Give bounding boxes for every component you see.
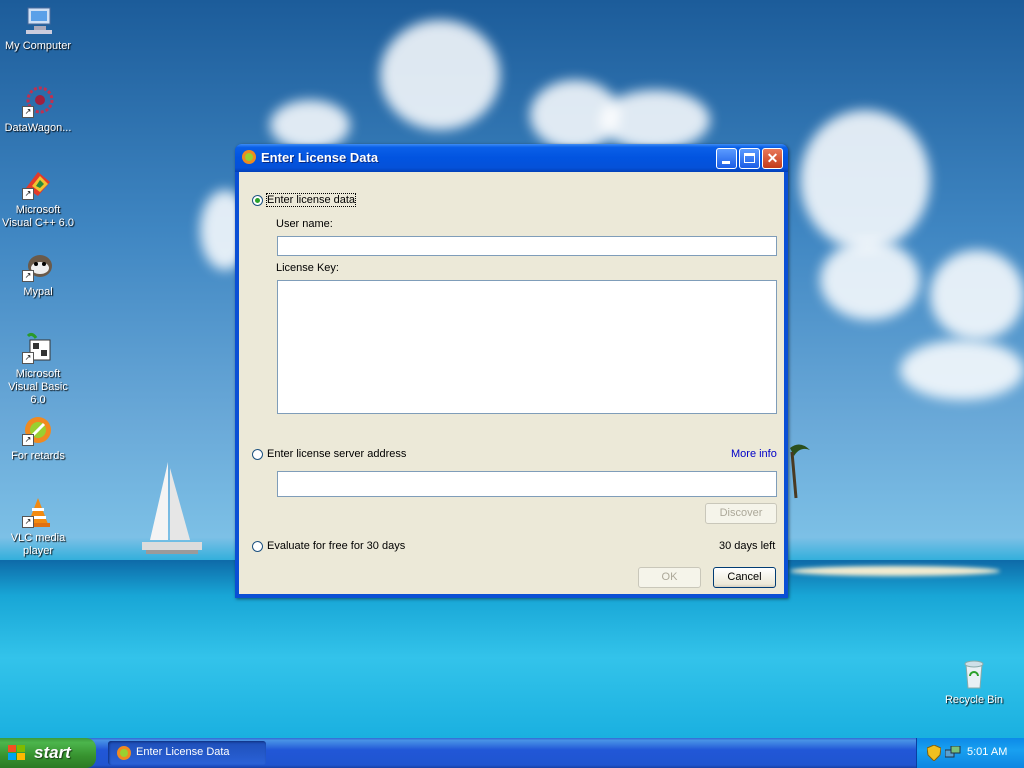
desktop-icon-label: Microsoft Visual Basic 6.0 — [8, 368, 68, 406]
cloud — [600, 90, 710, 150]
dialog-title: Enter License Data — [261, 150, 379, 165]
license-key-label: License Key: — [276, 262, 339, 274]
mypal-icon: ↗ — [22, 250, 54, 282]
desktop-icon-visual-cpp[interactable]: ↗ Microsoft Visual C++ 6.0 — [0, 168, 76, 230]
network-icon[interactable] — [945, 746, 961, 760]
desktop-icon-label: VLC media player — [10, 532, 66, 557]
cloud — [800, 110, 930, 250]
desktop-icon-label: Microsoft Visual C++ 6.0 — [2, 204, 74, 229]
minimize-button[interactable] — [716, 148, 737, 169]
taskbar-item[interactable]: Enter License Data — [108, 741, 266, 765]
close-button[interactable]: ✕ — [762, 148, 783, 169]
beach — [790, 566, 1000, 576]
start-button[interactable]: start — [0, 738, 96, 768]
desktop-icon-label: For retards — [11, 450, 65, 462]
visual-basic-icon: ↗ — [22, 332, 54, 364]
palm-tree-image — [790, 444, 810, 499]
visual-cpp-icon: ↗ — [22, 168, 54, 200]
ok-button[interactable]: OK — [638, 567, 701, 588]
server-address-input[interactable] — [277, 471, 777, 497]
days-left-text: 30 days left — [719, 540, 776, 552]
evaluate-label[interactable]: Evaluate for free for 30 days — [267, 540, 405, 552]
security-shield-icon[interactable] — [927, 745, 941, 761]
user-name-label: User name: — [276, 218, 333, 230]
taskbar: start Enter License Data 5:01 AM — [0, 738, 1024, 768]
datawagon-icon: ↗ — [22, 86, 54, 118]
license-key-textarea[interactable] — [277, 280, 777, 414]
taskbar-item-label: Enter License Data — [136, 746, 230, 758]
desktop-icon-vlc[interactable]: ↗ VLC media player — [0, 496, 76, 558]
desktop-icon-my-computer[interactable]: My Computer — [0, 4, 76, 53]
minimize-icon — [722, 161, 730, 164]
license-dialog: Enter License Data ✕ Enter license data … — [235, 144, 788, 598]
maximize-icon — [744, 153, 755, 163]
evaluate-radio[interactable] — [252, 541, 263, 552]
maximize-button[interactable] — [739, 148, 760, 169]
license-data-radio[interactable] — [252, 195, 263, 206]
desktop-icon-datawagon[interactable]: ↗ DataWagon... — [0, 86, 76, 135]
desktop-icon-mypal[interactable]: ↗ Mypal — [0, 250, 76, 299]
clock[interactable]: 5:01 AM — [967, 746, 1007, 758]
my-computer-icon — [22, 4, 54, 36]
desktop-icon-recycle-bin[interactable]: Recycle Bin — [936, 658, 1012, 707]
dialog-body: Enter license data User name: License Ke… — [239, 172, 784, 594]
cloud — [380, 20, 500, 130]
jetbrains-icon: ↗ — [22, 414, 54, 446]
app-icon — [242, 150, 256, 164]
dialog-titlebar[interactable]: Enter License Data ✕ — [235, 144, 788, 172]
desktop-icon-label: DataWagon... — [4, 122, 72, 134]
cloud — [820, 240, 920, 320]
windows-flag-icon — [8, 745, 25, 760]
more-info-link[interactable]: More info — [731, 448, 777, 460]
license-server-label[interactable]: Enter license server address — [267, 448, 406, 460]
cloud — [930, 250, 1024, 340]
desktop-icon-for-retards[interactable]: ↗ For retards — [0, 414, 76, 463]
cloud — [900, 340, 1024, 400]
cloud — [270, 100, 350, 150]
system-tray: 5:01 AM — [916, 738, 1024, 768]
license-data-label[interactable]: Enter license data — [265, 193, 357, 207]
sailboat-image — [142, 462, 202, 554]
vlc-icon: ↗ — [22, 496, 54, 528]
cancel-button[interactable]: Cancel — [713, 567, 776, 588]
app-icon — [117, 746, 131, 760]
desktop-icon-label: Mypal — [23, 286, 53, 298]
close-icon: ✕ — [766, 150, 779, 166]
discover-button[interactable]: Discover — [705, 503, 777, 524]
license-server-radio[interactable] — [252, 449, 263, 460]
desktop-icon-label: My Computer — [4, 40, 72, 52]
desktop-icon-visual-basic[interactable]: ↗ Microsoft Visual Basic 6.0 — [0, 332, 76, 407]
start-label: start — [34, 743, 71, 762]
desktop-icon-label: Recycle Bin — [944, 694, 1004, 706]
recycle-bin-icon — [958, 658, 990, 690]
user-name-input[interactable] — [277, 236, 777, 256]
